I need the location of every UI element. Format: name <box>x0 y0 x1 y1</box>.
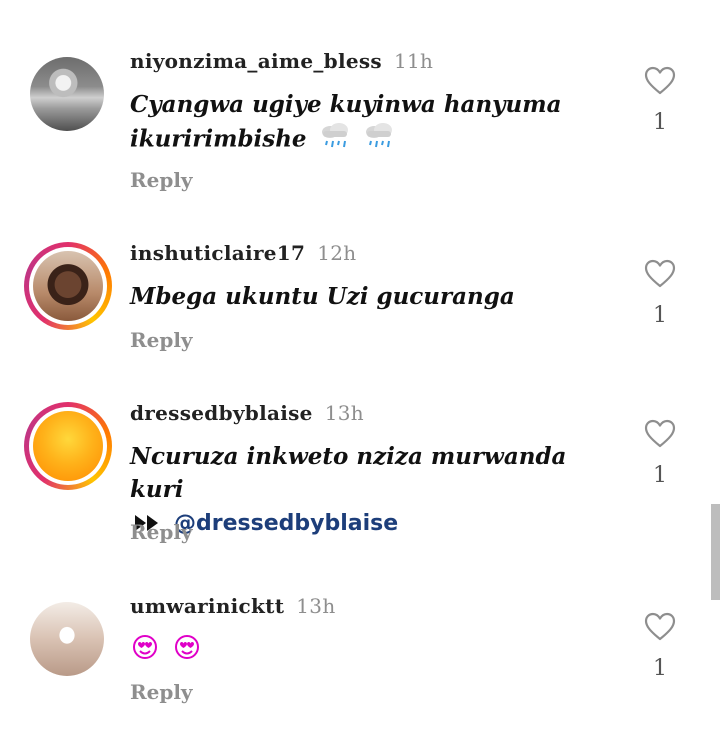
like-control: 1 <box>640 419 680 488</box>
avatar[interactable] <box>24 242 112 330</box>
comment-text-line1: Cyangwa ugiye kuyinwa hanyuma <box>130 91 562 118</box>
comment-text: Cyangwa ugiye kuyinwa hanyuma ikuririmbi… <box>130 88 600 160</box>
like-control: 1 <box>640 66 680 135</box>
like-control: 1 <box>640 259 680 328</box>
comment-text: Mbega ukuntu Uzi gucuranga <box>130 280 600 313</box>
heart-icon[interactable] <box>640 66 680 96</box>
comment-username[interactable]: umwarinicktt 13h <box>130 594 336 618</box>
comment-timestamp: 11h <box>394 49 434 73</box>
avatar[interactable] <box>30 57 104 131</box>
reply-button[interactable]: Reply <box>130 328 193 352</box>
comment-timestamp: 13h <box>296 594 336 618</box>
comment-text <box>130 633 600 669</box>
like-count: 1 <box>653 656 667 681</box>
comment-timestamp: 13h <box>324 401 364 425</box>
avatar[interactable] <box>24 402 112 490</box>
reply-button[interactable]: Reply <box>130 680 193 704</box>
mention-link[interactable]: @dressedbyblaise <box>174 511 398 536</box>
like-count: 1 <box>653 110 667 135</box>
avatar-photo <box>30 602 104 676</box>
like-count: 1 <box>653 463 667 488</box>
avatar[interactable] <box>30 602 104 676</box>
avatar-image <box>33 251 103 321</box>
avatar-photo <box>33 411 103 481</box>
heart-eyes-icon <box>174 634 200 669</box>
rain-cloud-icon <box>319 121 351 160</box>
avatar-image <box>33 411 103 481</box>
comment-timestamp: 12h <box>317 241 357 265</box>
like-count: 1 <box>653 303 667 328</box>
comment-username[interactable]: niyonzima_aime_bless 11h <box>130 49 433 73</box>
comment-text: Ncuruza inkweto nziza murwanda kuri @dre… <box>130 440 600 541</box>
rain-cloud-icon <box>363 121 395 160</box>
comment-text-line2: ikuririmbishe <box>130 125 307 153</box>
avatar-photo <box>33 251 103 321</box>
scrollbar[interactable] <box>711 504 720 600</box>
avatar-photo <box>30 57 104 131</box>
reply-button[interactable]: Reply <box>130 520 193 544</box>
heart-eyes-icon <box>132 634 158 669</box>
comment-username[interactable]: inshuticlaire17 12h <box>130 241 356 265</box>
username-text[interactable]: inshuticlaire17 <box>130 241 305 265</box>
comment-username[interactable]: dressedbyblaise 13h <box>130 401 364 425</box>
username-text[interactable]: niyonzima_aime_bless <box>130 49 382 73</box>
username-text[interactable]: umwarinicktt <box>130 594 284 618</box>
like-control: 1 <box>640 612 680 681</box>
heart-icon[interactable] <box>640 612 680 642</box>
comment-text-line1: Mbega ukuntu Uzi gucuranga <box>130 283 515 310</box>
username-text[interactable]: dressedbyblaise <box>130 401 313 425</box>
heart-icon[interactable] <box>640 259 680 289</box>
heart-icon[interactable] <box>640 419 680 449</box>
comment-text-line1: Ncuruza inkweto nziza murwanda kuri <box>130 443 567 503</box>
reply-button[interactable]: Reply <box>130 168 193 192</box>
